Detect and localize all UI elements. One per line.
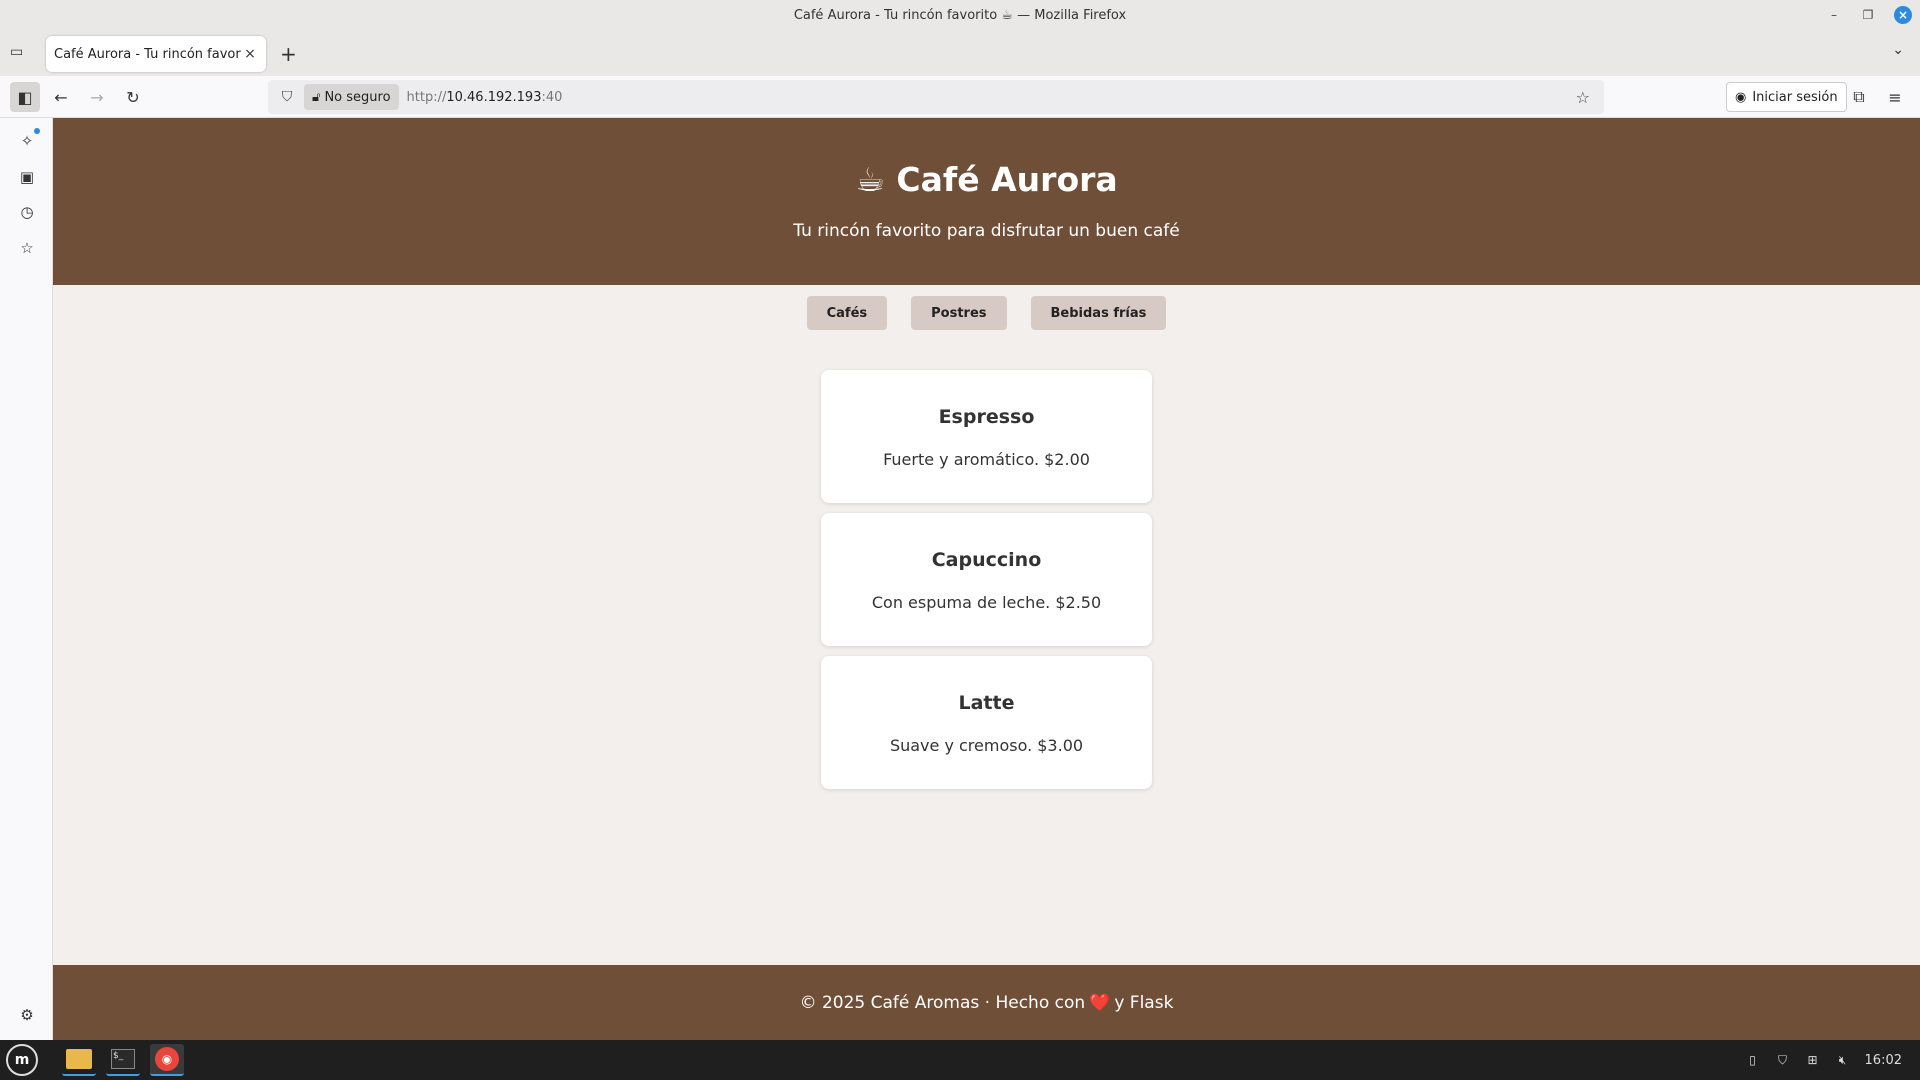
menu-items: Espresso Fuerte y aromático. $2.00 Capuc… (821, 370, 1152, 789)
terminal-icon[interactable]: $_ (106, 1044, 140, 1076)
window-controls: – ❐ × (1826, 0, 1912, 30)
tracking-protection-icon[interactable]: ⛉ (276, 89, 298, 105)
signin-button[interactable]: ◉ Iniciar sesión (1726, 82, 1847, 112)
category-nav: Cafés Postres Bebidas frías (53, 296, 1920, 330)
mint-menu-icon[interactable]: m (6, 1044, 38, 1076)
network-icon[interactable]: ⊞ (1805, 1053, 1821, 1067)
item-name: Espresso (938, 406, 1035, 428)
item-name: Capuccino (931, 549, 1042, 571)
item-description: Fuerte y aromático. $2.00 (883, 450, 1090, 469)
site-subtitle: Tu rincón favorito para disfrutar un bue… (793, 221, 1180, 241)
system-tray: ▯ ⛉ ⊞ 🔇︎ 16:02 (1745, 1040, 1902, 1080)
new-tab-icon[interactable]: + (280, 42, 297, 66)
account-icon: ◉ (1735, 89, 1747, 105)
tab-close-icon[interactable]: × (242, 46, 258, 62)
site-header: ☕ Café Aurora Tu rincón favorito para di… (53, 118, 1920, 285)
bookmarks-icon[interactable]: ☆ (16, 237, 38, 259)
menu-card: Espresso Fuerte y aromático. $2.00 (821, 370, 1152, 503)
tab-title: Café Aurora - Tu rincón favorito (54, 46, 242, 62)
site-title: ☕ Café Aurora (855, 160, 1118, 199)
heart-icon: ❤️ (1089, 992, 1111, 1013)
lock-slash-icon: 🔓︎ (312, 89, 321, 105)
not-secure-label: No seguro (324, 89, 391, 105)
footer-text-start: © 2025 Café Aromas · Hecho con (799, 992, 1086, 1013)
not-secure-badge[interactable]: 🔓︎ No seguro (304, 84, 399, 110)
volume-muted-icon[interactable]: 🔇︎ (1835, 1053, 1851, 1068)
bookmark-star-icon[interactable]: ☆ (1576, 88, 1590, 107)
back-icon[interactable]: ← (50, 86, 72, 108)
category-cafes-button[interactable]: Cafés (806, 296, 888, 330)
item-name: Latte (958, 692, 1015, 714)
signin-label: Iniciar sesión (1752, 89, 1838, 105)
item-description: Con espuma de leche. $2.50 (871, 593, 1102, 612)
extensions-icon[interactable]: ⧉ (1848, 86, 1870, 108)
folder-icon (66, 1049, 92, 1069)
menu-card: Latte Suave y cremoso. $3.00 (821, 656, 1152, 789)
terminal-glyph-icon: $_ (111, 1049, 135, 1069)
navigation-bar: ◧ ← → ↻ ⛉ 🔓︎ No seguro http://10.46.192.… (0, 76, 1920, 118)
site-footer: © 2025 Café Aromas · Hecho con ❤️ y Flas… (53, 965, 1920, 1040)
restore-icon[interactable]: ❐ (1860, 7, 1876, 23)
firefox-logo-icon: ◉ (155, 1047, 179, 1071)
clock[interactable]: 16:02 (1865, 1053, 1902, 1068)
ai-sparkle-icon[interactable]: ✧ (16, 128, 40, 152)
window-title: Café Aurora - Tu rincón favorito ☕ — Moz… (793, 7, 1127, 23)
category-postres-button[interactable]: Postres (911, 296, 1007, 330)
tab-bar: ▭ Café Aurora - Tu rincón favorito × + ⌄ (0, 30, 1920, 76)
tab-cafe-aurora[interactable]: Café Aurora - Tu rincón favorito × (46, 36, 266, 72)
notification-dot (34, 128, 40, 134)
menu-card: Capuccino Con espuma de leche. $2.50 (821, 513, 1152, 646)
page-content: ☕ Café Aurora Tu rincón favorito para di… (53, 118, 1920, 1040)
clipboard-icon[interactable]: ▯ (1745, 1053, 1761, 1067)
files-icon[interactable] (62, 1044, 96, 1076)
list-all-tabs-icon[interactable]: ⌄ (1892, 42, 1904, 58)
close-window-icon[interactable]: × (1894, 6, 1912, 24)
sidebar-toggle-icon[interactable]: ◧ (10, 82, 40, 112)
item-description: Suave y cremoso. $3.00 (889, 736, 1084, 755)
address-bar[interactable]: ⛉ 🔓︎ No seguro http://10.46.192.193:40 ☆ (268, 80, 1604, 114)
settings-icon[interactable]: ⚙ (16, 1004, 38, 1026)
url-text[interactable]: http://10.46.192.193:40 (407, 90, 563, 105)
tab-list-icon[interactable]: ▭ (10, 44, 30, 62)
footer-text-end: y Flask (1114, 992, 1174, 1013)
taskbar: m $_ ◉ ▯ ⛉ ⊞ 🔇︎ 16:02 (0, 1040, 1920, 1080)
reload-icon[interactable]: ↻ (122, 86, 144, 108)
history-icon[interactable]: ◷ (16, 201, 38, 223)
synced-tabs-icon[interactable]: ▣ (16, 166, 38, 188)
menu-icon[interactable]: ≡ (1884, 86, 1906, 108)
forward-icon[interactable]: → (86, 86, 108, 108)
minimize-icon[interactable]: – (1826, 7, 1842, 23)
browser-sidebar: ✧ ▣ ◷ ☆ ⚙ (0, 118, 53, 1040)
shield-icon[interactable]: ⛉ (1775, 1053, 1791, 1068)
category-bebidas-frias-button[interactable]: Bebidas frías (1030, 296, 1167, 330)
window-titlebar: Café Aurora - Tu rincón favorito ☕ — Moz… (0, 0, 1920, 30)
firefox-icon[interactable]: ◉ (150, 1044, 184, 1076)
